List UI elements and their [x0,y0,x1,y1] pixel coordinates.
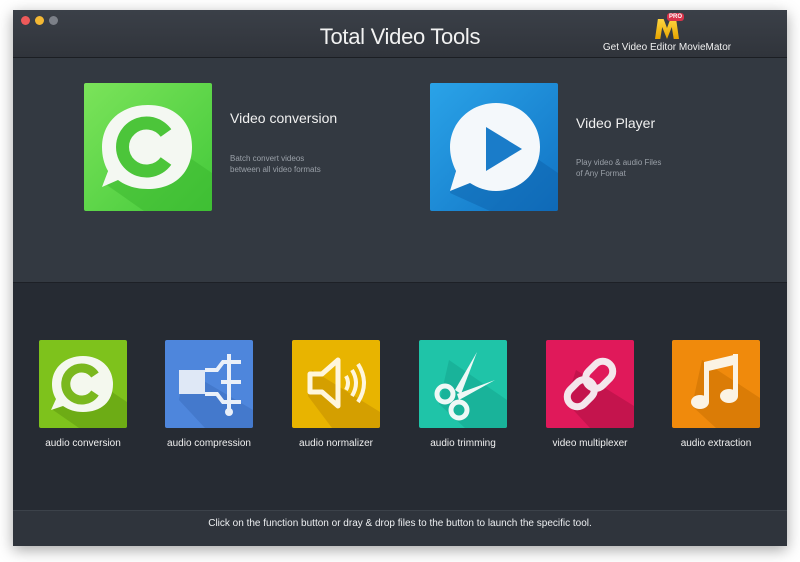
music-note-icon [672,340,760,428]
play-icon [430,83,558,211]
scissors-icon [419,340,507,428]
feature-desc-line: of Any Format [576,169,626,178]
convert-c-icon [39,340,127,428]
speaker-icon [292,340,380,428]
tool-label: audio extraction [680,438,752,449]
audio-conversion-button[interactable]: audio conversion [33,340,133,449]
app-window: Total Video Tools PRO Get Video Editor M… [13,10,787,546]
status-bar: Click on the function button or dray & d… [13,510,787,546]
tool-label: audio conversion [45,438,121,449]
promo-label: Get Video Editor MovieMator [602,42,732,53]
feature-desc-line: Play video & audio Files [576,158,662,167]
audio-compression-button[interactable]: audio compression [159,340,259,449]
feature-description: Batch convert videos between all video f… [230,153,321,175]
audio-trimming-button[interactable]: audio trimming [413,340,513,449]
video-multiplexer-button[interactable]: video multiplexer [540,340,640,449]
status-hint: Click on the function button or dray & d… [208,518,592,529]
link-icon [546,340,634,428]
tool-label: audio normalizer [299,438,373,449]
convert-c-icon [84,83,212,211]
feature-description: Play video & audio Files of Any Format [576,157,661,179]
feature-desc-line: between all video formats [230,165,321,174]
compress-icon [165,340,253,428]
moviemator-logo-icon: PRO [653,13,685,39]
tool-label: video multiplexer [552,438,628,449]
audio-normalizer-button[interactable]: audio normalizer [286,340,386,449]
feature-title: Video Player [576,115,656,131]
audio-tools-panel: audio conversion audio compression audio… [13,282,787,511]
feature-desc-line: Batch convert videos [230,154,305,163]
tool-label: audio trimming [430,438,496,449]
featured-tools: Video conversion Batch convert videos be… [13,58,787,330]
title-bar: Total Video Tools PRO Get Video Editor M… [13,10,787,58]
tool-label: audio compression [167,438,251,449]
pro-badge: PRO [667,13,685,21]
audio-extraction-button[interactable]: audio extraction [666,340,766,449]
get-moviemator-button[interactable]: PRO Get Video Editor MovieMator [597,13,737,53]
feature-title: Video conversion [230,110,338,126]
